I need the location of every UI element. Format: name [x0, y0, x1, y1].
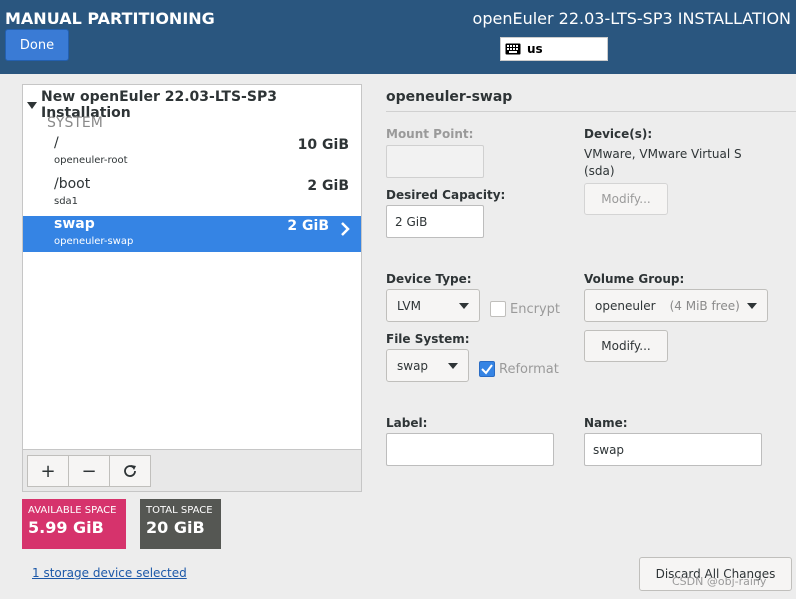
mount-point-label: Mount Point:: [386, 127, 474, 141]
partition-device: openeuler-root: [54, 155, 128, 166]
watermark: CSDN @obj-rainy: [672, 575, 767, 588]
reformat-checkbox[interactable]: [479, 361, 495, 377]
partition-mount: /: [54, 135, 59, 151]
file-system-label: File System:: [386, 332, 470, 346]
partition-size: 2 GiB: [307, 178, 349, 194]
expand-triangle-icon: [27, 101, 37, 109]
desired-capacity-input[interactable]: 2 GiB: [386, 205, 484, 238]
remove-partition-button[interactable]: −: [68, 455, 110, 487]
done-button[interactable]: Done: [5, 29, 69, 61]
page-title: MANUAL PARTITIONING: [5, 9, 215, 28]
encrypt-checkbox[interactable]: [490, 301, 506, 317]
installation-title: openEuler 22.03-LTS-SP3 INSTALLATION: [472, 9, 791, 28]
storage-device-link[interactable]: 1 storage device selected: [32, 566, 187, 580]
device-type-dropdown[interactable]: LVM: [386, 289, 480, 322]
dropdown-arrow-icon: [448, 363, 458, 369]
available-space-box: AVAILABLE SPACE 5.99 GiB: [22, 499, 126, 549]
volume-group-free: (4 MiB free): [669, 298, 740, 313]
label-input[interactable]: [386, 433, 554, 466]
mount-point-input[interactable]: [386, 145, 484, 178]
add-partition-button[interactable]: +: [27, 455, 69, 487]
divider: [386, 111, 796, 112]
refresh-button[interactable]: [109, 455, 151, 487]
keyboard-layout-indicator[interactable]: us: [500, 37, 608, 61]
volume-group-modify-button[interactable]: Modify...: [584, 330, 668, 362]
header-bar: MANUAL PARTITIONING Done openEuler 22.03…: [0, 0, 796, 74]
available-space-value: 5.99 GiB: [28, 518, 104, 537]
partition-size: 2 GiB: [287, 218, 329, 234]
partition-toolbar: + −: [23, 449, 361, 491]
keyboard-layout-label: us: [527, 42, 543, 56]
partition-size: 10 GiB: [297, 137, 349, 153]
volume-group-label: Volume Group:: [584, 272, 685, 286]
partition-mount: swap: [54, 216, 95, 232]
devices-line-1: VMware, VMware Virtual S: [584, 147, 742, 161]
devices-modify-button[interactable]: Modify...: [584, 183, 668, 215]
total-space-value: 20 GiB: [146, 518, 205, 537]
system-group-label: SYSTEM: [47, 115, 103, 131]
reformat-label: Reformat: [499, 362, 559, 377]
device-type-value: LVM: [397, 298, 421, 313]
partition-device: openeuler-swap: [54, 236, 134, 247]
partition-row-swap[interactable]: swap openeuler-swap 2 GiB: [23, 216, 361, 252]
name-field-label: Name:: [584, 416, 628, 430]
chevron-right-icon: [341, 222, 350, 236]
volume-group-value: openeuler: [595, 298, 656, 313]
partition-row-boot[interactable]: /boot sda1 2 GiB: [23, 176, 361, 212]
file-system-dropdown[interactable]: swap: [386, 349, 469, 382]
volume-group-dropdown[interactable]: openeuler (4 MiB free): [584, 289, 768, 322]
file-system-value: swap: [397, 358, 429, 373]
total-space-box: TOTAL SPACE 20 GiB: [140, 499, 221, 549]
device-type-label: Device Type:: [386, 272, 472, 286]
total-space-label: TOTAL SPACE: [146, 505, 213, 516]
encrypt-label: Encrypt: [510, 302, 560, 317]
desired-capacity-label: Desired Capacity:: [386, 188, 506, 202]
available-space-label: AVAILABLE SPACE: [28, 505, 117, 516]
dropdown-arrow-icon: [459, 303, 469, 309]
keyboard-icon: [505, 43, 521, 55]
partition-mount: /boot: [54, 176, 91, 192]
devices-line-2: (sda): [584, 164, 615, 178]
partition-row-root[interactable]: / openeuler-root 10 GiB: [23, 135, 361, 171]
dropdown-arrow-icon: [747, 303, 757, 309]
partition-tree-panel: New openEuler 22.03-LTS-SP3 Installation…: [22, 84, 362, 492]
partition-device: sda1: [54, 196, 79, 207]
checkmark-icon: [481, 364, 493, 375]
devices-label: Device(s):: [584, 127, 653, 141]
refresh-icon: [124, 465, 136, 477]
name-input[interactable]: swap: [584, 433, 762, 466]
label-field-label: Label:: [386, 416, 428, 430]
selected-partition-title: openeuler-swap: [386, 89, 513, 105]
